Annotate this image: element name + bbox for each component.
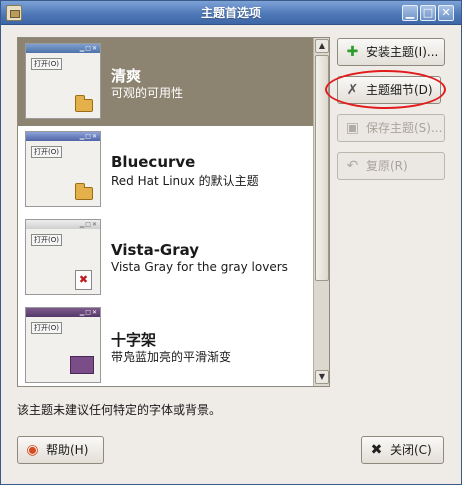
- plus-icon: ✚: [346, 44, 359, 60]
- theme-row-crux[interactable]: ▁□✕ 打开(O) 十字架 带凫蓝加亮的平滑渐变: [18, 302, 313, 386]
- help-label: 帮助(H): [46, 443, 89, 457]
- preview-open-button: 打开(O): [31, 322, 62, 334]
- theme-description: Red Hat Linux 的默认主题: [111, 174, 259, 188]
- floppy-icon: ▣: [345, 120, 360, 136]
- theme-preview-vista-gray: ▁□✕ 打开(O) ✖: [25, 219, 101, 295]
- folder-icon: [75, 95, 93, 112]
- install-theme-label: 安装主题(I)...: [366, 45, 439, 59]
- minimize-button[interactable]: ▁: [402, 5, 418, 21]
- preview-open-button: 打开(O): [31, 146, 62, 158]
- theme-preferences-window: 主题首选项 ▁ □ ✕ ▁□✕ 打开(O) 清爽 可观的可用性 ▁□✕ 打开(O…: [0, 0, 462, 485]
- theme-row-clearlooks[interactable]: ▁□✕ 打开(O) 清爽 可观的可用性: [18, 38, 313, 126]
- help-button[interactable]: ◉ 帮助(H): [17, 436, 104, 464]
- save-theme-button[interactable]: ▣ 保存主题(S)...: [337, 114, 445, 142]
- preview-open-button: 打开(O): [31, 234, 62, 246]
- undo-icon: ↶: [346, 158, 359, 174]
- theme-preview-bluecurve: ▁□✕ 打开(O): [25, 131, 101, 207]
- theme-description: Vista Gray for the gray lovers: [111, 260, 288, 274]
- maximize-button[interactable]: □: [420, 5, 436, 21]
- install-theme-button[interactable]: ✚ 安装主题(I)...: [337, 38, 445, 66]
- theme-preview-crux: ▁□✕ 打开(O): [25, 307, 101, 383]
- theme-row-bluecurve[interactable]: ▁□✕ 打开(O) Bluecurve Red Hat Linux 的默认主题: [18, 126, 313, 214]
- theme-preview-clearlooks: ▁□✕ 打开(O): [25, 43, 101, 119]
- close-button[interactable]: ✖ 关闭(C): [361, 436, 444, 464]
- theme-list[interactable]: ▁□✕ 打开(O) 清爽 可观的可用性 ▁□✕ 打开(O) Bluecurve: [17, 37, 330, 387]
- lifebuoy-icon: ◉: [26, 442, 39, 458]
- theme-name: 清爽: [111, 67, 142, 85]
- close-label: 关闭(C): [390, 443, 432, 457]
- preview-open-button: 打开(O): [31, 58, 62, 70]
- theme-status-text: 该主题未建议任何特定的字体或背景。: [17, 403, 222, 417]
- annotation-highlight: [325, 70, 446, 109]
- revert-button[interactable]: ↶ 复原(R): [337, 152, 445, 180]
- save-theme-label: 保存主题(S)...: [366, 121, 443, 135]
- scroll-down-arrow[interactable]: ▼: [315, 370, 329, 384]
- theme-description: 可观的可用性: [111, 86, 184, 100]
- close-window-button[interactable]: ✕: [438, 5, 454, 21]
- theme-row-vista-gray[interactable]: ▁□✕ 打开(O) ✖ Vista-Gray Vista Gray for th…: [18, 214, 313, 302]
- window-title: 主题首选项: [200, 6, 261, 20]
- close-icon: ✖: [370, 442, 383, 458]
- theme-name: Vista-Gray: [111, 241, 200, 259]
- theme-name: Bluecurve: [111, 153, 196, 171]
- theme-description: 带凫蓝加亮的平滑渐变: [111, 350, 232, 364]
- scroll-up-arrow[interactable]: ▲: [315, 39, 329, 53]
- folder-icon: [75, 183, 93, 200]
- box-icon: [70, 356, 94, 374]
- error-icon: ✖: [75, 270, 92, 290]
- title-bar[interactable]: 主题首选项 ▁ □ ✕: [1, 1, 461, 25]
- theme-name: 十字架: [111, 331, 157, 349]
- revert-label: 复原(R): [366, 159, 408, 173]
